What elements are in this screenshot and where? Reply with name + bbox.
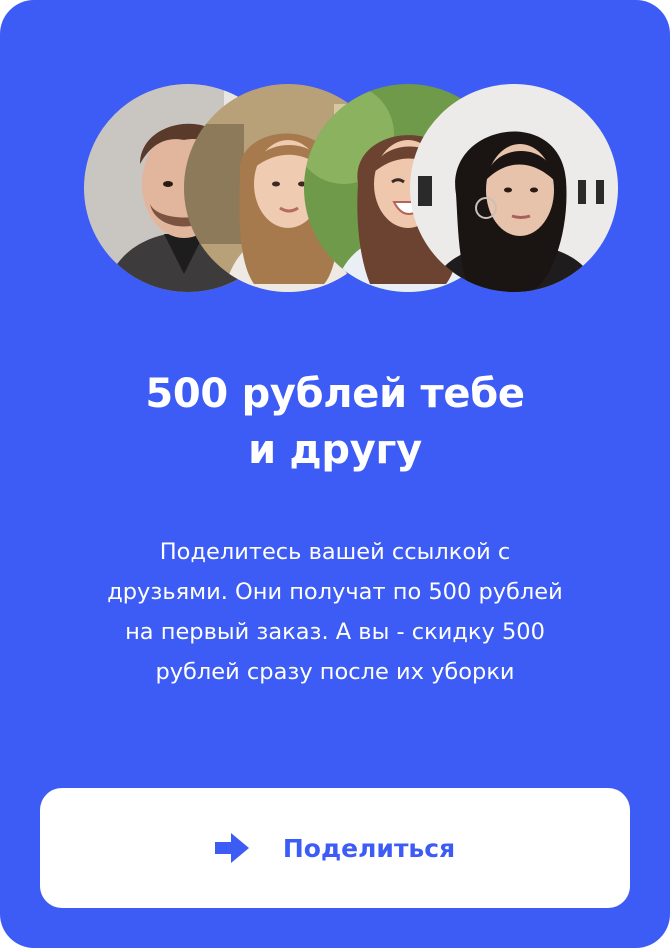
description-line-1: Поделитесь вашей ссылкой с <box>159 539 511 565</box>
share-button-label: Поделиться <box>282 833 456 863</box>
share-arrow-icon <box>214 833 249 863</box>
avatar-group <box>84 84 620 294</box>
promo-headline: 500 рублей тебе и другу <box>40 366 630 478</box>
description-line-2: друзьями. Они получат по 500 рублей <box>107 579 563 605</box>
headline-line-1: 500 рублей тебе <box>145 371 525 417</box>
referral-card: 500 рублей тебе и другу Поделитесь вашей… <box>0 0 670 948</box>
share-button[interactable]: Поделиться <box>40 788 630 908</box>
description-line-3: на первый заказ. А вы - скидку 500 <box>125 619 545 645</box>
avatar-woman-dark-hair <box>410 84 618 292</box>
promo-description: Поделитесь вашей ссылкой с друзьями. Они… <box>30 532 640 692</box>
headline-line-2: и другу <box>248 427 422 473</box>
description-line-4: рублей сразу после их уборки <box>155 659 515 685</box>
